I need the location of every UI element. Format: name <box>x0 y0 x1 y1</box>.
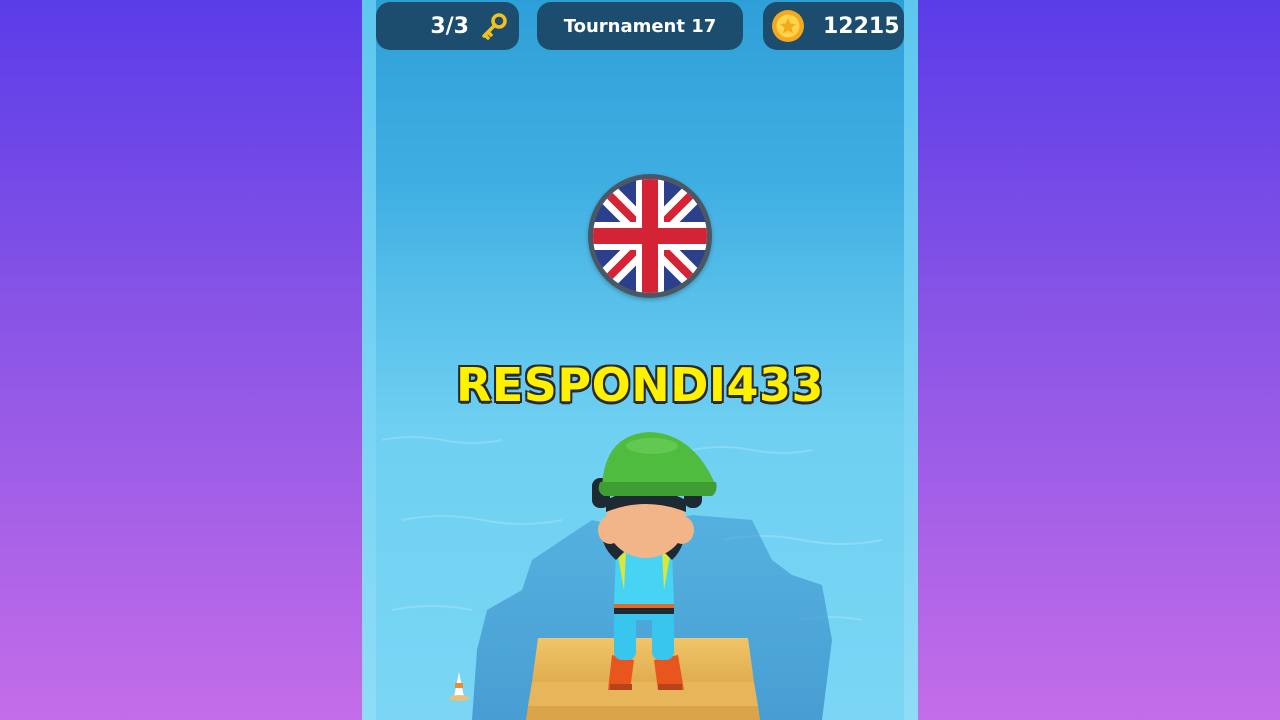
tournament-label: Tournament 17 <box>563 15 717 37</box>
keys-counter: 3/3 <box>376 2 519 50</box>
buoy-icon <box>449 672 469 701</box>
coin-icon <box>771 9 805 43</box>
key-icon <box>479 11 509 41</box>
coins-amount: 12215 <box>823 13 900 39</box>
coins-counter[interactable]: 12215 <box>763 2 904 50</box>
tournament-badge[interactable]: Tournament 17 <box>537 2 743 50</box>
player-name: RESPONDI433 <box>455 358 825 412</box>
united-kingdom-flag-icon <box>588 174 712 298</box>
game-screen[interactable]: 3/3 Tournament 17 12215 RESPONDI433 <box>362 0 918 720</box>
wooden-platform <box>526 638 760 720</box>
keys-count: 3/3 <box>430 13 469 39</box>
